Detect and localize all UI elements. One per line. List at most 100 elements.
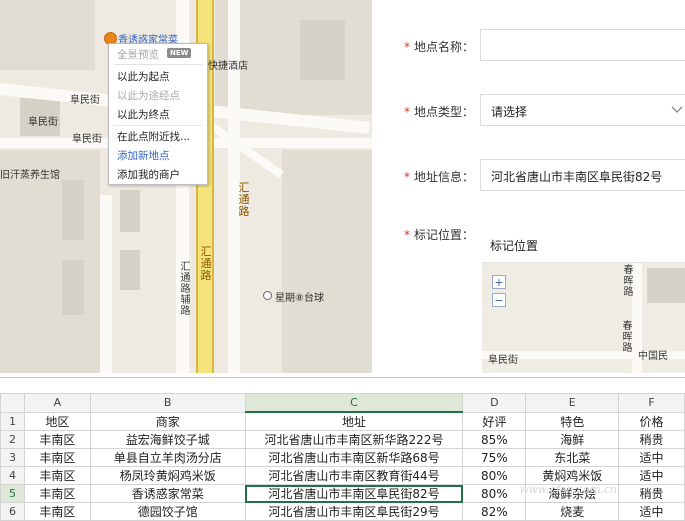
map-building <box>647 268 685 303</box>
chevron-down-icon <box>671 106 683 113</box>
menu-item-add-business[interactable]: 添加我的商户 <box>117 167 180 182</box>
table-cell[interactable]: 价格 <box>618 411 685 431</box>
map-label: 阜民街 <box>70 95 100 106</box>
mark-position-map[interactable]: + − 春晖路 春晖路 阜民街 中国民 <box>482 262 685 373</box>
table-cell[interactable]: 适中 <box>618 502 685 521</box>
place-type-label: * 地点类型： <box>404 105 475 119</box>
menu-item-set-waypoint[interactable]: 以此为途经点 <box>117 88 180 103</box>
map-label: 春晖路 <box>623 265 634 298</box>
table-cell[interactable]: 河北省唐山市丰南区新华路222号 <box>244 430 464 449</box>
table-cell[interactable]: 丰南区 <box>23 448 91 467</box>
column-header-b[interactable]: B <box>89 393 246 413</box>
map-label: 星期⑧台球 <box>275 293 324 304</box>
column-header-f[interactable]: F <box>618 393 685 413</box>
row-number[interactable]: 4 <box>0 466 25 485</box>
column-header-e[interactable]: E <box>525 393 620 413</box>
map-label: 汇通路 <box>200 245 212 282</box>
column-header-d[interactable]: D <box>462 393 527 413</box>
address-label: * 地址信息： <box>404 170 475 184</box>
map-building <box>120 190 140 232</box>
row-number[interactable]: 1 <box>0 411 25 431</box>
place-type-value: 请选择 <box>491 105 528 119</box>
map-canvas[interactable]: 快捷酒店 阜民街 阜民街 阜民街 旧汗蒸养生馆 汇通路 汇通路 汇通路辅路 星期… <box>0 0 372 373</box>
table-cell[interactable]: 烧麦 <box>525 502 620 521</box>
select-all-corner[interactable] <box>0 393 25 413</box>
active-cell[interactable]: 河北省唐山市丰南区阜民街82号 <box>244 484 464 503</box>
table-cell[interactable]: 80% <box>462 484 527 503</box>
table-cell[interactable]: 85% <box>462 430 527 449</box>
menu-item-panorama[interactable]: 全景预览 <box>117 47 159 62</box>
map-label: 阜民街 <box>488 355 518 366</box>
zoom-in-button[interactable]: + <box>492 275 506 289</box>
address-value: 河北省唐山市丰南区阜民街82号 <box>491 170 663 184</box>
table-cell[interactable]: 河北省唐山市丰南区新华路68号 <box>244 448 464 467</box>
table-cell[interactable]: 丰南区 <box>23 430 91 449</box>
row-number[interactable]: 3 <box>0 448 25 467</box>
place-name-input[interactable] <box>480 29 685 61</box>
place-name-label: * 地点名称： <box>404 40 475 54</box>
table-cell[interactable]: 德园饺子馆 <box>89 502 246 521</box>
place-type-select[interactable]: 请选择 <box>480 94 685 126</box>
table-cell[interactable]: 益宏海鲜饺子城 <box>89 430 246 449</box>
bank-label: 中国民 <box>638 351 668 362</box>
map-label: 阜民街 <box>72 134 102 145</box>
table-row: 1 地区 商家 地址 好评 特色 价格 <box>0 411 685 431</box>
map-label: 春晖路 <box>622 321 633 354</box>
table-cell[interactable]: 海鲜 <box>525 430 620 449</box>
column-header-a[interactable]: A <box>23 393 91 413</box>
zoom-out-button[interactable]: − <box>492 293 506 307</box>
map-block <box>0 150 100 373</box>
table-cell[interactable]: 82% <box>462 502 527 521</box>
new-badge: NEW <box>167 48 192 58</box>
row-number[interactable]: 2 <box>0 430 25 449</box>
table-cell[interactable]: 丰南区 <box>23 484 91 503</box>
table-row: 2 丰南区 益宏海鲜饺子城 河北省唐山市丰南区新华路222号 85% 海鲜 稍贵 <box>0 430 685 449</box>
watermark: www.cfan.com.cn <box>520 483 617 496</box>
table-cell[interactable]: 适中 <box>618 466 685 485</box>
menu-separator <box>114 64 202 65</box>
table-cell[interactable]: 丰南区 <box>23 502 91 521</box>
table-cell[interactable]: 杨凤玲黄焖鸡米饭 <box>89 466 246 485</box>
table-cell[interactable]: 稍贵 <box>618 484 685 503</box>
table-row: 6 丰南区 德园饺子馆 河北省唐山市丰南区阜民街29号 82% 烧麦 适中 <box>0 502 685 521</box>
address-input[interactable]: 河北省唐山市丰南区阜民街82号 <box>480 159 685 191</box>
mark-position-label: * 标记位置： <box>404 228 475 242</box>
table-row: 4 丰南区 杨凤玲黄焖鸡米饭 河北省唐山市丰南区教育街44号 80% 黄焖鸡米饭… <box>0 466 685 485</box>
table-cell[interactable]: 75% <box>462 448 527 467</box>
table-cell[interactable]: 香诱惑家常菜 <box>89 484 246 503</box>
table-cell[interactable]: 适中 <box>618 448 685 467</box>
map-label: 阜民街 <box>28 117 58 128</box>
table-cell[interactable]: 单县自立羊肉汤分店 <box>89 448 246 467</box>
menu-item-set-start[interactable]: 以此为起点 <box>117 69 170 84</box>
map-label: 旧汗蒸养生馆 <box>0 170 60 181</box>
map-label: 快捷酒店 <box>208 61 248 72</box>
table-cell[interactable]: 地址 <box>244 411 464 431</box>
map-building <box>62 180 84 240</box>
table-cell[interactable]: 丰南区 <box>23 466 91 485</box>
table-cell[interactable]: 河北省唐山市丰南区阜民街29号 <box>244 502 464 521</box>
map-road <box>100 195 112 373</box>
row-number[interactable]: 6 <box>0 502 25 521</box>
table-cell[interactable]: 地区 <box>23 411 91 431</box>
map-context-menu: 全景预览 NEW 以此为起点 以此为途经点 以此为终点 在此点附近找... 添加… <box>108 43 208 185</box>
billiards-marker-icon <box>263 291 272 300</box>
table-cell[interactable]: 稍贵 <box>618 430 685 449</box>
table-cell[interactable]: 80% <box>462 466 527 485</box>
table-cell[interactable]: 特色 <box>525 411 620 431</box>
table-cell[interactable]: 黄焖鸡米饭 <box>525 466 620 485</box>
map-road <box>205 120 284 179</box>
table-cell[interactable]: 东北菜 <box>525 448 620 467</box>
map-label: 汇通路 <box>238 181 250 218</box>
data-table: A B C D E F 1 地区 商家 地址 好评 特色 价格 2 丰南区 益宏… <box>0 393 685 521</box>
menu-item-set-end[interactable]: 以此为终点 <box>117 107 170 122</box>
table-cell[interactable]: 好评 <box>462 411 527 431</box>
menu-item-add-place[interactable]: 添加新地点 <box>117 148 170 163</box>
place-form: * 地点名称： * 地点类型： 请选择 * 地址信息： 河北省唐山市丰南区阜民街82号… <box>372 0 685 373</box>
column-header-c[interactable]: C <box>244 393 464 413</box>
menu-item-search-nearby[interactable]: 在此点附近找... <box>117 129 190 144</box>
row-number[interactable]: 5 <box>0 484 25 503</box>
table-cell[interactable]: 河北省唐山市丰南区教育街44号 <box>244 466 464 485</box>
table-cell[interactable]: 商家 <box>89 411 246 431</box>
column-header-row: A B C D E F <box>0 393 685 413</box>
table-row: 3 丰南区 单县自立羊肉汤分店 河北省唐山市丰南区新华路68号 75% 东北菜 … <box>0 448 685 467</box>
